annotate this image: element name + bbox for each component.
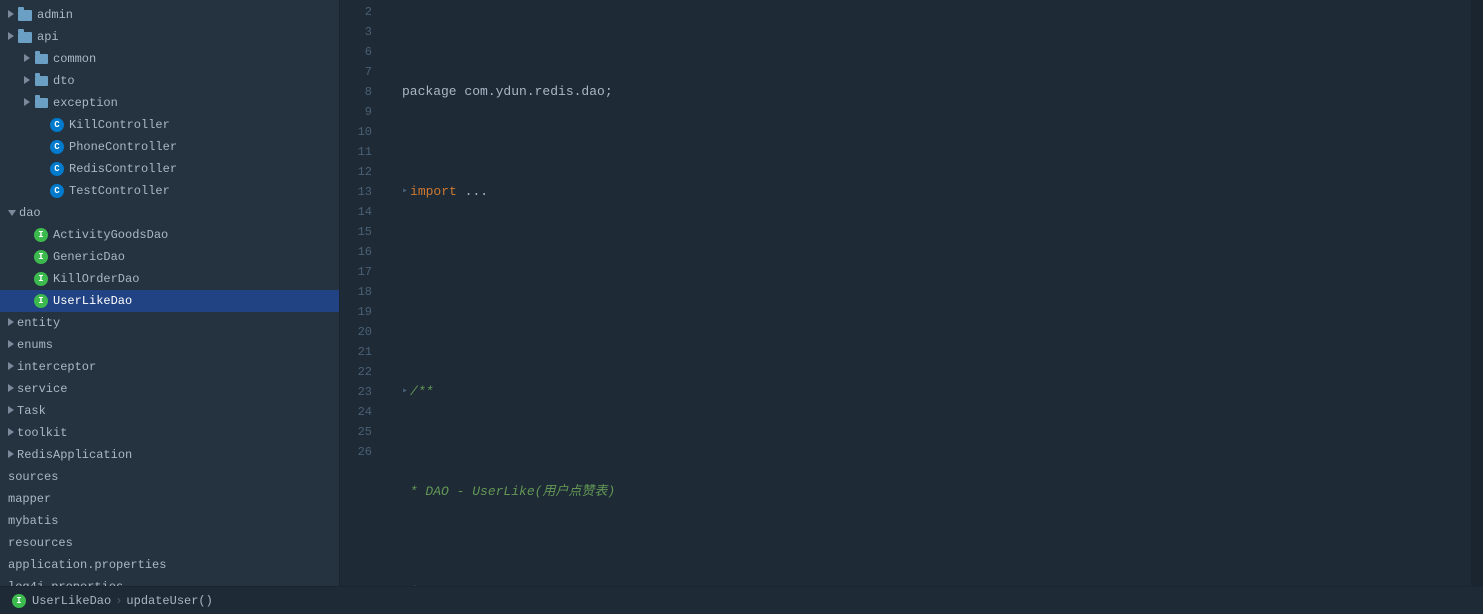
collapse-arrow-icon[interactable]: ▸ [402,382,408,402]
breadcrumb-icon: I [12,594,26,608]
folder-icon [33,95,49,111]
sidebar-item-killorderdao[interactable]: I KillOrderDao [0,268,339,290]
sidebar-item-label: mybatis [8,514,58,528]
sidebar-item-label: enums [17,338,53,352]
sidebar-item-redisapplication[interactable]: RedisApplication [0,444,339,466]
code-line-8: * DAO - UserLike(用户点赞表) [388,482,1471,502]
class-c-icon: C [49,117,65,133]
sidebar-item-label: service [17,382,67,396]
sidebar-item-activitygoodsdao[interactable]: I ActivityGoodsDao [0,224,339,246]
sidebar-item-interceptor[interactable]: interceptor [0,356,339,378]
sidebar-item-service[interactable]: service [0,378,339,400]
code-line-9: * [388,582,1471,586]
sidebar-item-dto[interactable]: dto [0,70,339,92]
sidebar-item-phonecontroller[interactable]: C PhoneController [0,136,339,158]
code-lines: package com.ydun.redis.dao; ▸ import ...… [380,0,1471,586]
sidebar-item-label: admin [37,8,73,22]
class-i-icon: I [33,249,49,265]
sidebar-item-sources[interactable]: sources [0,466,339,488]
sidebar-item-userlikedao[interactable]: I UserLikeDao [0,290,339,312]
folder-arrow-icon [24,52,33,66]
breadcrumb-method: updateUser() [126,594,212,608]
class-i-icon: I [33,227,49,243]
sidebar-item-label: interceptor [17,360,96,374]
sidebar-item-application-properties[interactable]: application.properties [0,554,339,576]
class-i-icon: I [33,293,49,309]
sidebar-item-label: api [37,30,59,44]
breadcrumb-class: UserLikeDao [32,594,111,608]
sidebar-item-log4j-properties[interactable]: log4j.properties [0,576,339,586]
sidebar-item-enums[interactable]: enums [0,334,339,356]
sidebar-item-label: PhoneController [69,140,177,154]
sidebar-item-mapper[interactable]: mapper [0,488,339,510]
sidebar-item-label: TestController [69,184,170,198]
sidebar-item-rediscontroller[interactable]: C RedisController [0,158,339,180]
folder-arrow-icon [8,8,17,22]
sidebar-item-label: mapper [8,492,51,506]
sidebar-item-label: application.properties [8,558,166,572]
sidebar-item-task[interactable]: Task [0,400,339,422]
breadcrumb-separator: › [115,594,122,608]
breadcrumb-bar: I UserLikeDao › updateUser() [0,586,1483,614]
folder-arrow-icon [24,74,33,88]
sidebar-item-genericdao[interactable]: I GenericDao [0,246,339,268]
class-c-icon: C [49,183,65,199]
folder-arrow-icon [8,426,17,440]
folder-arrow-icon [8,338,17,352]
sidebar-item-killcontroller[interactable]: C KillController [0,114,339,136]
code-line-7: ▸ /** [388,382,1471,402]
sidebar-item-label: toolkit [17,426,67,440]
sidebar-item-dao[interactable]: dao [0,202,339,224]
sidebar-item-label: exception [53,96,118,110]
sidebar: admin api common dto excepti [0,0,340,586]
sidebar-item-label: KillOrderDao [53,272,139,286]
sidebar-item-label: UserLikeDao [53,294,132,308]
folder-arrow-icon [8,316,17,330]
code-editor[interactable]: 2 3 6 7 8 9 10 11 12 13 14 15 16 17 18 1… [340,0,1471,586]
folder-arrow-icon [8,404,17,418]
sidebar-item-label: Task [17,404,46,418]
collapse-arrow-icon[interactable]: ▸ [402,182,408,202]
sidebar-item-toolkit[interactable]: toolkit [0,422,339,444]
folder-arrow-icon [8,360,17,374]
class-i-icon: I [33,271,49,287]
sidebar-item-label: resources [8,536,73,550]
folder-icon [33,51,49,67]
sidebar-item-label: RedisApplication [17,448,132,462]
folder-icon [17,7,33,23]
code-line-3: ▸ import ... [388,182,1471,202]
folder-icon [17,29,33,45]
line-numbers: 2 3 6 7 8 9 10 11 12 13 14 15 16 17 18 1… [340,0,380,586]
sidebar-item-resources[interactable]: resources [0,532,339,554]
sidebar-item-entity[interactable]: entity [0,312,339,334]
folder-arrow-icon [8,448,17,462]
sidebar-item-exception[interactable]: exception [0,92,339,114]
folder-arrow-icon [24,96,33,110]
sidebar-item-label: ActivityGoodsDao [53,228,168,242]
sidebar-item-admin[interactable]: admin [0,4,339,26]
code-content: 2 3 6 7 8 9 10 11 12 13 14 15 16 17 18 1… [340,0,1471,586]
class-c-icon: C [49,139,65,155]
main-container: admin api common dto excepti [0,0,1483,586]
sidebar-item-label: dao [19,206,41,220]
sidebar-item-testcontroller[interactable]: C TestController [0,180,339,202]
folder-arrow-icon [8,30,17,44]
sidebar-item-mybatis[interactable]: mybatis [0,510,339,532]
sidebar-item-api[interactable]: api [0,26,339,48]
code-line-2: package com.ydun.redis.dao; [388,82,1471,102]
folder-arrow-icon [8,382,17,396]
code-line-6 [388,282,1471,302]
sidebar-item-label: KillController [69,118,170,132]
folder-arrow-icon [8,206,19,220]
sidebar-item-label: RedisController [69,162,177,176]
sidebar-item-label: dto [53,74,75,88]
sidebar-item-label: sources [8,470,58,484]
sidebar-item-label: entity [17,316,60,330]
class-c-icon: C [49,161,65,177]
sidebar-item-label: GenericDao [53,250,125,264]
sidebar-item-common[interactable]: common [0,48,339,70]
folder-icon [33,73,49,89]
editor-scrollbar[interactable] [1471,0,1483,586]
sidebar-item-label: common [53,52,96,66]
